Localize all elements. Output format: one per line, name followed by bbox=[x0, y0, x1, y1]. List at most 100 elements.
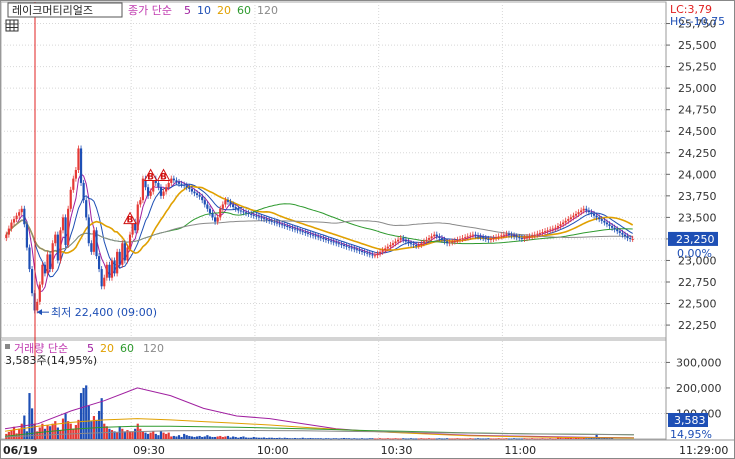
grid-toggle-icon[interactable] bbox=[5, 19, 19, 32]
volume-bar bbox=[562, 438, 565, 440]
volume-bar bbox=[358, 438, 361, 440]
volume-bar bbox=[345, 438, 348, 440]
candle-body bbox=[193, 191, 196, 194]
vol-legend-60: 60 bbox=[120, 342, 134, 355]
candle-body bbox=[430, 236, 433, 239]
candle-body bbox=[433, 234, 436, 237]
candle-body bbox=[420, 243, 423, 245]
volume-bar bbox=[18, 428, 21, 439]
volume-bar bbox=[554, 438, 557, 440]
price-tick-label: 23,750 bbox=[678, 190, 717, 203]
volume-bar bbox=[513, 438, 516, 440]
volume-bar bbox=[500, 438, 503, 440]
volume-bar bbox=[234, 436, 237, 439]
volume-bar bbox=[543, 438, 547, 440]
ma-legend-20: 20 bbox=[217, 4, 231, 17]
volume-tick-label: 200,000 bbox=[676, 382, 722, 395]
candle-body bbox=[270, 220, 273, 222]
candle-body bbox=[126, 247, 129, 261]
candle-body bbox=[541, 232, 544, 234]
candle-body bbox=[128, 234, 132, 248]
volume-bar bbox=[453, 438, 456, 440]
volume-bar bbox=[219, 435, 222, 439]
candle-body bbox=[203, 200, 206, 205]
candle-body bbox=[175, 180, 178, 183]
volume-bar bbox=[121, 428, 124, 439]
volume-bar bbox=[456, 438, 459, 440]
candle-body bbox=[322, 238, 325, 240]
volume-bar bbox=[330, 438, 333, 440]
volume-bar bbox=[260, 437, 263, 439]
candle-body bbox=[165, 187, 168, 192]
candle-body bbox=[87, 217, 90, 244]
candle-body bbox=[415, 244, 418, 246]
candle-body bbox=[239, 210, 242, 212]
candle-body bbox=[487, 238, 490, 240]
volume-bar bbox=[162, 432, 165, 439]
volume-bar bbox=[283, 437, 286, 439]
volume-bar bbox=[185, 435, 188, 439]
price-tick-label: 22,500 bbox=[678, 298, 717, 311]
candle-body bbox=[391, 243, 395, 245]
candle-body bbox=[56, 234, 59, 261]
time-axis-label: 10:00 bbox=[257, 444, 289, 457]
price-tick-label: 22,750 bbox=[678, 276, 717, 289]
volume-bar bbox=[397, 438, 400, 440]
volume-bar bbox=[103, 423, 106, 439]
volume-bar bbox=[273, 437, 276, 439]
candle-body bbox=[523, 238, 526, 240]
buy-signal-label: B bbox=[127, 216, 134, 226]
hc-label: HC:-10,75 bbox=[670, 15, 725, 28]
volume-bar bbox=[257, 437, 261, 439]
candle-body bbox=[208, 208, 212, 214]
volume-bar bbox=[250, 437, 253, 439]
candle-body bbox=[373, 255, 377, 257]
candle-body bbox=[296, 229, 299, 231]
volume-bar bbox=[159, 431, 163, 439]
volume-bar bbox=[175, 436, 178, 439]
volume-bar bbox=[314, 438, 317, 440]
candle-body bbox=[67, 208, 70, 245]
volume-bar bbox=[528, 438, 531, 440]
volume-bar bbox=[286, 437, 289, 439]
candle-body bbox=[574, 213, 578, 216]
candle-body bbox=[92, 230, 96, 252]
time-axis-label: 09:30 bbox=[133, 444, 165, 457]
volume-bar bbox=[154, 433, 157, 439]
volume-bar bbox=[446, 438, 449, 440]
price-tick-label: 25,000 bbox=[678, 82, 717, 95]
volume-bar bbox=[56, 427, 59, 439]
candle-body bbox=[502, 234, 505, 236]
candle-body bbox=[255, 215, 258, 217]
candle-body bbox=[121, 243, 124, 265]
candle-body bbox=[616, 229, 619, 232]
candle-body bbox=[492, 238, 495, 240]
candle-body bbox=[366, 252, 369, 254]
volume-bar bbox=[281, 438, 284, 440]
volume-bar bbox=[505, 438, 508, 440]
candle-body bbox=[314, 235, 317, 237]
volume-bar bbox=[549, 438, 552, 440]
volume-bar bbox=[417, 438, 420, 440]
candle-body bbox=[497, 236, 500, 238]
candle-body bbox=[350, 247, 353, 249]
candle-body bbox=[195, 193, 199, 195]
volume-bar bbox=[270, 437, 273, 439]
volume-badge-percent: 14,95% bbox=[670, 428, 712, 441]
candle-body bbox=[466, 236, 469, 238]
candle-body bbox=[531, 235, 534, 237]
candle-body bbox=[15, 215, 18, 220]
candle-body bbox=[363, 251, 366, 253]
candle-body bbox=[183, 184, 186, 186]
volume-bar bbox=[82, 387, 85, 439]
volume-bar bbox=[451, 438, 454, 440]
volume-bar bbox=[262, 437, 266, 439]
volume-bar bbox=[180, 436, 183, 439]
candle-body bbox=[85, 200, 88, 218]
candle-body bbox=[448, 242, 451, 244]
candle-body bbox=[549, 229, 552, 231]
candle-body bbox=[404, 239, 407, 242]
candle-body bbox=[324, 238, 328, 240]
volume-bar bbox=[293, 437, 297, 439]
candle-body bbox=[536, 233, 539, 235]
